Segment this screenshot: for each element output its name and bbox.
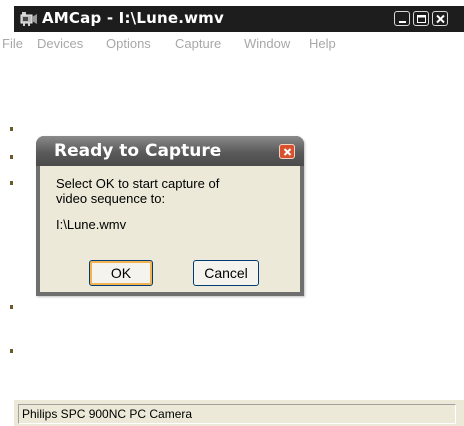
dialog-message-line-2: video sequence to: (56, 191, 166, 206)
close-button[interactable] (432, 11, 448, 26)
close-icon (283, 148, 292, 156)
status-bar: Philips SPC 900NC PC Camera (14, 402, 464, 426)
dialog-title-bar[interactable]: Ready to Capture (36, 136, 304, 166)
menu-capture[interactable]: Capture (175, 36, 221, 51)
edge-mark (10, 181, 13, 185)
edge-mark (10, 349, 13, 353)
menu-devices[interactable]: Devices (37, 36, 83, 51)
capture-file-path: I:\Lune.wmv (56, 217, 127, 232)
menu-window[interactable]: Window (244, 36, 290, 51)
camera-icon[interactable] (20, 11, 38, 27)
menu-file[interactable]: File (2, 36, 23, 51)
menu-options[interactable]: Options (106, 36, 151, 51)
maximize-button[interactable] (413, 11, 429, 26)
edge-mark (10, 305, 13, 309)
window-title: AMCap - I:\Lune.wmv (42, 9, 224, 27)
status-text: Philips SPC 900NC PC Camera (22, 407, 193, 421)
dialog-body: Select OK to start capture of video sequ… (40, 166, 300, 292)
minimize-button[interactable] (394, 11, 410, 26)
ready-to-capture-dialog: Ready to Capture Select OK to start capt… (36, 136, 304, 296)
status-pane: Philips SPC 900NC PC Camera (18, 404, 456, 424)
ok-button[interactable]: OK (89, 260, 153, 286)
dialog-close-button[interactable] (279, 144, 295, 159)
edge-mark (10, 127, 13, 131)
close-icon (436, 14, 445, 24)
cancel-button[interactable]: Cancel (193, 260, 259, 286)
maximize-icon (417, 15, 426, 23)
title-bar[interactable]: AMCap - I:\Lune.wmv (14, 6, 464, 32)
menu-help[interactable]: Help (309, 36, 336, 51)
edge-mark (10, 155, 13, 159)
menu-bar: File Devices Options Capture Window Help (2, 32, 464, 54)
dialog-message-line-1: Select OK to start capture of (56, 176, 220, 191)
minimize-icon (399, 21, 406, 23)
dialog-title: Ready to Capture (54, 141, 222, 161)
